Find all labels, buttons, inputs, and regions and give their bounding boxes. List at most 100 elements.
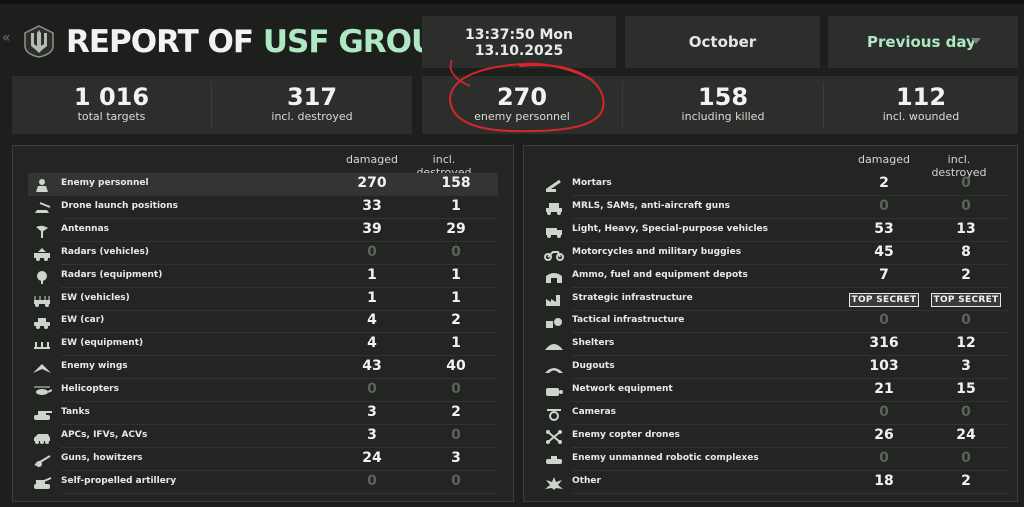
value-destroyed: 12 [956,335,976,352]
row-label: Enemy personnel [61,178,149,188]
table-row[interactable]: Enemy wings 43 40 [28,356,498,380]
value-damaged: 2 [879,175,889,191]
value-damaged: 53 [874,220,894,237]
stat-label: incl. destroyed [271,110,353,123]
table-row[interactable]: Dugouts 103 3 [540,356,1010,380]
table-row[interactable]: Enemy unmanned robotic complexes 0 0 [540,448,1010,471]
value-damaged: 45 [874,243,894,260]
value-destroyed: 0 [961,175,971,191]
network-icon [544,383,564,397]
table-row[interactable]: EW (car) 4 2 [28,310,498,334]
table-row[interactable]: Tactical infrastructure 0 0 [540,310,1010,334]
value-damaged: 103 [869,358,899,375]
value-destroyed: TOP SECRET [930,290,1002,307]
value-destroyed: 0 [961,404,971,420]
row-label: Strategic infrastructure [572,292,693,303]
camera-icon [544,406,564,421]
value-destroyed: 24 [956,426,976,443]
table-row[interactable]: Strategic infrastructure TOP SECRET TOP SE… [540,288,1010,311]
table-row[interactable]: Enemy copter drones 26 24 [540,425,1010,448]
explosion-icon [544,475,564,490]
sp-artillery-icon [32,475,52,489]
radar-vehicle-icon [32,246,52,261]
stat-killed: 158 including killed [623,76,823,134]
value-damaged: 3 [367,426,377,443]
table-row[interactable]: Self-propelled artillery 0 0 [28,471,498,494]
table-row[interactable]: Tanks 3 2 [28,402,498,425]
value-damaged: 1 [367,289,377,306]
row-label: Tactical infrastructure [572,315,685,326]
value-destroyed: 0 [961,197,971,214]
table-row[interactable]: Antennas 39 29 [28,219,498,242]
motorcycle-icon [544,246,564,261]
value-destroyed: 40 [446,358,466,375]
stat-enemy-personnel: 270 enemy personnel [422,76,622,134]
row-label: EW (vehicles) [61,292,130,303]
row-label: Shelters [572,338,615,349]
table-row[interactable]: Motorcycles and military buggies 45 8 [540,242,1010,265]
table-row[interactable]: Drone launch positions 33 1 [28,196,498,219]
value-damaged: 26 [874,426,894,443]
value-damaged: 0 [367,243,377,260]
drone-launch-icon [32,200,52,214]
mortar-icon [544,177,564,192]
column-header-damaged: damaged [346,153,398,166]
row-divider [572,492,1010,494]
ew-equipment-icon [32,337,52,351]
howitzer-icon [32,452,52,467]
value-damaged: 4 [367,312,377,329]
top-secret-stamp: TOP SECRET [930,292,1002,307]
period-dropdown[interactable]: Previous day [828,16,1018,68]
row-label: APCs, IFVs, ACVs [61,429,148,440]
value-destroyed: 13 [956,220,976,237]
row-label: Light, Heavy, Special-purpose vehicles [572,223,769,234]
table-row[interactable]: Ammo, fuel and equipment depots 7 2 [540,265,1010,288]
table-row[interactable]: Shelters 316 12 [540,333,1010,357]
stat-value: 270 [496,83,548,111]
column-header-damaged: damaged [858,153,910,166]
table-row[interactable]: Other 18 2 [540,471,1010,494]
helicopter-icon [32,383,53,397]
row-label: EW (car) [61,315,105,326]
table-row[interactable]: Radars (equipment) 1 1 [28,265,498,288]
value-damaged: 0 [367,472,377,489]
collapse-arrow-icon[interactable]: « [2,30,11,46]
table-row[interactable]: Radars (vehicles) 0 0 [28,242,498,265]
stat-label: incl. wounded [882,110,960,123]
value-destroyed: 1 [451,266,461,283]
table-row[interactable]: Light, Heavy, Special-purpose vehicles 53… [540,219,1010,242]
row-label: Dugouts [572,361,615,372]
value-destroyed: 1 [451,289,461,306]
table-row[interactable]: EW (vehicles) 1 1 [28,288,498,311]
row-label: Antennas [61,223,110,234]
value-damaged: 270 [357,175,387,191]
stat-total-targets: 1 016 total targets [12,76,211,134]
depot-icon [544,269,564,283]
table-row[interactable]: Helicopters 0 0 [28,379,498,403]
factory-icon [544,292,564,306]
table-row[interactable]: EW (equipment) 4 1 [28,333,498,357]
row-label: Cameras [572,407,617,417]
chevron-down-icon[interactable] [971,38,981,44]
row-label: Ammo, fuel and equipment depots [572,269,748,280]
value-destroyed: 29 [446,220,466,237]
value-damaged: 33 [362,197,382,214]
row-label: Drone launch positions [61,200,178,211]
tank-icon [32,406,52,420]
robotic-complex-icon [544,452,564,466]
value-destroyed: 0 [961,312,971,329]
table-row[interactable]: Network equipment 21 15 [540,379,1010,403]
table-row[interactable]: MRLS, SAMs, anti-aircraft guns 0 0 [540,196,1010,219]
mlrs-icon [544,200,564,215]
table-row[interactable]: Enemy personnel 270 158 [28,173,498,196]
soldier-icon [32,177,52,192]
value-destroyed: 3 [961,358,971,375]
table-row[interactable]: Mortars 2 0 [540,173,1010,196]
table-row[interactable]: Cameras 0 0 [540,402,1010,425]
apc-icon [32,429,52,444]
month-selector[interactable]: October [625,16,820,68]
table-row[interactable]: Guns, howitzers 24 3 [28,448,498,471]
value-damaged: 39 [362,220,382,237]
row-label: MRLS, SAMs, anti-aircraft guns [572,200,730,211]
table-row[interactable]: APCs, IFVs, ACVs 3 0 [28,425,498,448]
